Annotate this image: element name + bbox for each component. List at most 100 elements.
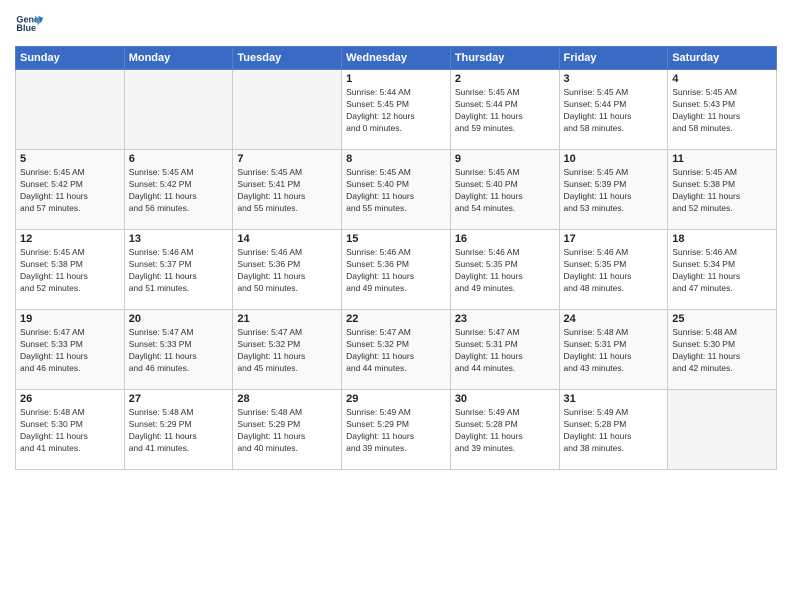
calendar-cell: 31 Sunrise: 5:49 AM Sunset: 5:28 PM Dayli…	[559, 390, 668, 470]
day-number: 28	[237, 393, 337, 405]
day-number: 8	[346, 153, 446, 165]
day-info: Sunrise: 5:47 AM Sunset: 5:33 PM Dayligh…	[20, 327, 120, 375]
calendar-cell: 24 Sunrise: 5:48 AM Sunset: 5:31 PM Dayli…	[559, 310, 668, 390]
day-number: 14	[237, 233, 337, 245]
day-info: Sunrise: 5:47 AM Sunset: 5:33 PM Dayligh…	[129, 327, 229, 375]
day-info: Sunrise: 5:46 AM Sunset: 5:36 PM Dayligh…	[346, 247, 446, 295]
day-number: 30	[455, 393, 555, 405]
calendar-container: General Blue SundayMondayTuesdayWednesda…	[0, 0, 792, 612]
day-info: Sunrise: 5:49 AM Sunset: 5:28 PM Dayligh…	[564, 407, 664, 455]
day-number: 7	[237, 153, 337, 165]
svg-text:Blue: Blue	[16, 23, 36, 33]
weekday-header-thursday: Thursday	[450, 47, 559, 70]
calendar-cell: 6Sunrise: 5:45 AM Sunset: 5:42 PM Daylig…	[124, 150, 233, 230]
weekday-header-sunday: Sunday	[16, 47, 125, 70]
calendar-cell: 9 Sunrise: 5:45 AM Sunset: 5:40 PM Daylig…	[450, 150, 559, 230]
day-number: 26	[20, 393, 120, 405]
day-info: Sunrise: 5:45 AM Sunset: 5:40 PM Dayligh…	[455, 167, 555, 215]
calendar-cell: 14 Sunrise: 5:46 AM Sunset: 5:36 PM Dayli…	[233, 230, 342, 310]
day-info: Sunrise: 5:46 AM Sunset: 5:35 PM Dayligh…	[564, 247, 664, 295]
calendar-cell: 10Sunrise: 5:45 AM Sunset: 5:39 PM Dayli…	[559, 150, 668, 230]
calendar-cell: 27 Sunrise: 5:48 AM Sunset: 5:29 PM Dayli…	[124, 390, 233, 470]
calendar-cell: 2 Sunrise: 5:45 AM Sunset: 5:44 PM Daylig…	[450, 70, 559, 150]
calendar-cell: 22 Sunrise: 5:47 AM Sunset: 5:32 PM Dayli…	[342, 310, 451, 390]
logo: General Blue	[15, 10, 43, 38]
day-info: Sunrise: 5:49 AM Sunset: 5:28 PM Dayligh…	[455, 407, 555, 455]
calendar-cell: 1 Sunrise: 5:44 AM Sunset: 5:45 PM Daylig…	[342, 70, 451, 150]
weekday-header-saturday: Saturday	[668, 47, 777, 70]
day-number: 5	[20, 153, 120, 165]
day-number: 9	[455, 153, 555, 165]
day-number: 12	[20, 233, 120, 245]
logo-icon: General Blue	[15, 10, 43, 38]
day-number: 19	[20, 313, 120, 325]
day-number: 23	[455, 313, 555, 325]
calendar-cell: 30 Sunrise: 5:49 AM Sunset: 5:28 PM Dayli…	[450, 390, 559, 470]
day-number: 16	[455, 233, 555, 245]
calendar-week-4: 19 Sunrise: 5:47 AM Sunset: 5:33 PM Dayli…	[16, 310, 777, 390]
calendar-cell	[668, 390, 777, 470]
day-info: Sunrise: 5:45 AM Sunset: 5:39 PM Dayligh…	[564, 167, 664, 215]
calendar-cell: 5 Sunrise: 5:45 AM Sunset: 5:42 PM Daylig…	[16, 150, 125, 230]
day-number: 17	[564, 233, 664, 245]
day-number: 22	[346, 313, 446, 325]
day-info: Sunrise: 5:48 AM Sunset: 5:29 PM Dayligh…	[237, 407, 337, 455]
weekday-header-friday: Friday	[559, 47, 668, 70]
day-info: Sunrise: 5:47 AM Sunset: 5:31 PM Dayligh…	[455, 327, 555, 375]
day-number: 11	[672, 153, 772, 165]
calendar-cell: 18Sunrise: 5:46 AM Sunset: 5:34 PM Dayli…	[668, 230, 777, 310]
day-number: 29	[346, 393, 446, 405]
day-number: 4	[672, 73, 772, 85]
calendar-cell: 4 Sunrise: 5:45 AM Sunset: 5:43 PM Daylig…	[668, 70, 777, 150]
day-info: Sunrise: 5:45 AM Sunset: 5:44 PM Dayligh…	[455, 87, 555, 135]
calendar-week-5: 26 Sunrise: 5:48 AM Sunset: 5:30 PM Dayli…	[16, 390, 777, 470]
calendar-cell: 26 Sunrise: 5:48 AM Sunset: 5:30 PM Dayli…	[16, 390, 125, 470]
day-number: 20	[129, 313, 229, 325]
day-info: Sunrise: 5:45 AM Sunset: 5:42 PM Dayligh…	[20, 167, 120, 215]
day-number: 25	[672, 313, 772, 325]
calendar-cell: 13Sunrise: 5:46 AM Sunset: 5:37 PM Dayli…	[124, 230, 233, 310]
calendar-cell: 7 Sunrise: 5:45 AM Sunset: 5:41 PM Daylig…	[233, 150, 342, 230]
day-info: Sunrise: 5:44 AM Sunset: 5:45 PM Dayligh…	[346, 87, 446, 135]
calendar-cell: 25 Sunrise: 5:48 AM Sunset: 5:30 PM Dayli…	[668, 310, 777, 390]
calendar-table: SundayMondayTuesdayWednesdayThursdayFrid…	[15, 46, 777, 470]
day-info: Sunrise: 5:45 AM Sunset: 5:38 PM Dayligh…	[20, 247, 120, 295]
day-info: Sunrise: 5:48 AM Sunset: 5:30 PM Dayligh…	[20, 407, 120, 455]
day-info: Sunrise: 5:48 AM Sunset: 5:30 PM Dayligh…	[672, 327, 772, 375]
day-info: Sunrise: 5:45 AM Sunset: 5:38 PM Dayligh…	[672, 167, 772, 215]
calendar-cell: 21Sunrise: 5:47 AM Sunset: 5:32 PM Dayli…	[233, 310, 342, 390]
day-info: Sunrise: 5:45 AM Sunset: 5:44 PM Dayligh…	[564, 87, 664, 135]
day-number: 3	[564, 73, 664, 85]
calendar-cell: 23 Sunrise: 5:47 AM Sunset: 5:31 PM Dayli…	[450, 310, 559, 390]
day-info: Sunrise: 5:47 AM Sunset: 5:32 PM Dayligh…	[346, 327, 446, 375]
day-number: 2	[455, 73, 555, 85]
day-number: 1	[346, 73, 446, 85]
weekday-header-wednesday: Wednesday	[342, 47, 451, 70]
calendar-cell: 19 Sunrise: 5:47 AM Sunset: 5:33 PM Dayli…	[16, 310, 125, 390]
calendar-cell	[16, 70, 125, 150]
day-info: Sunrise: 5:48 AM Sunset: 5:29 PM Dayligh…	[129, 407, 229, 455]
day-info: Sunrise: 5:45 AM Sunset: 5:41 PM Dayligh…	[237, 167, 337, 215]
day-number: 6	[129, 153, 229, 165]
day-info: Sunrise: 5:45 AM Sunset: 5:40 PM Dayligh…	[346, 167, 446, 215]
day-number: 31	[564, 393, 664, 405]
header: General Blue	[15, 10, 777, 38]
calendar-cell: 3 Sunrise: 5:45 AM Sunset: 5:44 PM Daylig…	[559, 70, 668, 150]
day-number: 24	[564, 313, 664, 325]
weekday-header-tuesday: Tuesday	[233, 47, 342, 70]
day-info: Sunrise: 5:45 AM Sunset: 5:43 PM Dayligh…	[672, 87, 772, 135]
calendar-week-1: 1 Sunrise: 5:44 AM Sunset: 5:45 PM Daylig…	[16, 70, 777, 150]
calendar-cell: 11 Sunrise: 5:45 AM Sunset: 5:38 PM Dayli…	[668, 150, 777, 230]
calendar-cell: 20 Sunrise: 5:47 AM Sunset: 5:33 PM Dayli…	[124, 310, 233, 390]
day-number: 15	[346, 233, 446, 245]
day-number: 27	[129, 393, 229, 405]
calendar-cell: 15 Sunrise: 5:46 AM Sunset: 5:36 PM Dayli…	[342, 230, 451, 310]
day-info: Sunrise: 5:48 AM Sunset: 5:31 PM Dayligh…	[564, 327, 664, 375]
day-info: Sunrise: 5:47 AM Sunset: 5:32 PM Dayligh…	[237, 327, 337, 375]
calendar-cell: 8 Sunrise: 5:45 AM Sunset: 5:40 PM Daylig…	[342, 150, 451, 230]
weekday-header-monday: Monday	[124, 47, 233, 70]
calendar-cell: 28 Sunrise: 5:48 AM Sunset: 5:29 PM Dayli…	[233, 390, 342, 470]
day-info: Sunrise: 5:46 AM Sunset: 5:37 PM Dayligh…	[129, 247, 229, 295]
day-info: Sunrise: 5:46 AM Sunset: 5:36 PM Dayligh…	[237, 247, 337, 295]
weekday-header-row: SundayMondayTuesdayWednesdayThursdayFrid…	[16, 47, 777, 70]
